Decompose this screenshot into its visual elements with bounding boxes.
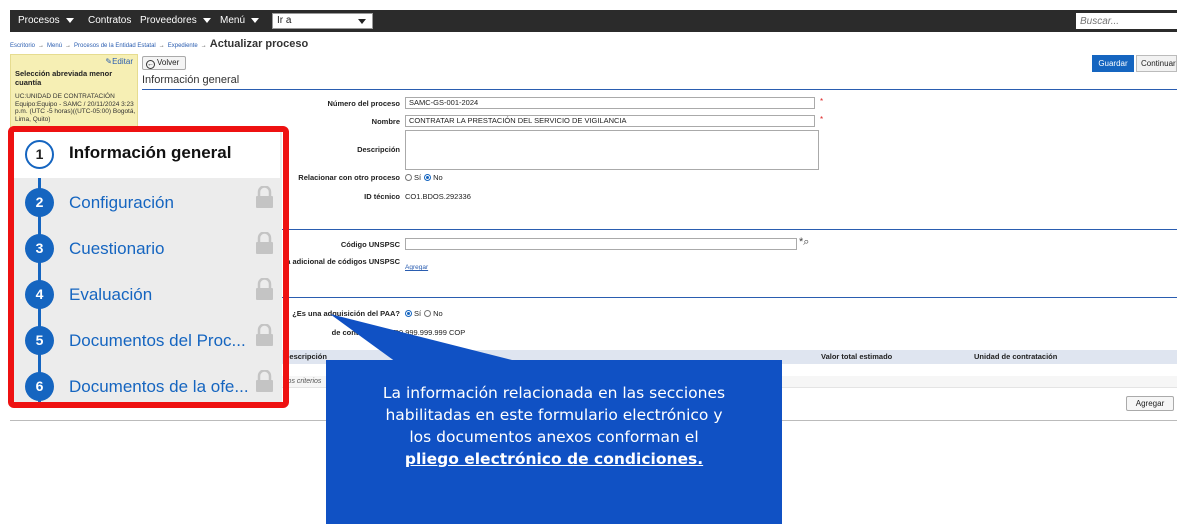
required-mark: * [820, 97, 824, 106]
table-cell: los criterios [286, 378, 322, 385]
process-number-field[interactable]: SAMC-GS-001-2024 [405, 97, 815, 109]
unspsc-search-icon[interactable]: *⌕ [799, 236, 809, 249]
related-process-radio-group: Sí No [402, 173, 443, 182]
related-process-label: Relacionar con otro proceso [298, 173, 400, 182]
chevron-down-icon [202, 17, 211, 23]
info-callout: La información relacionada en las seccio… [326, 360, 782, 524]
contracting-value: 999.999.999.999.999 COP [376, 328, 466, 337]
continue-button[interactable]: Continuar [1136, 55, 1177, 72]
arrow-left-icon: ← [146, 60, 155, 69]
column-header: Unidad de contratación [974, 352, 1058, 361]
add-button[interactable]: Agregar [1126, 396, 1174, 411]
description-label: Descripción [357, 145, 400, 154]
radio-no-label: No [433, 173, 443, 182]
radio-si-label: Sí [414, 309, 422, 318]
arrow-right-icon: → [65, 43, 72, 49]
unspsc-input[interactable] [405, 238, 797, 250]
radio-no-label: No [433, 309, 443, 318]
column-header: Descripción [284, 352, 327, 361]
process-number-label: Número del proceso [327, 99, 400, 108]
name-field[interactable]: CONTRATAR LA PRESTACIÓN DEL SERVICIO DE … [405, 115, 815, 127]
chevron-down-icon [358, 19, 366, 24]
callout-emphasis: pliego electrónico de condiciones. [404, 450, 704, 468]
arrow-right-icon: → [200, 43, 207, 49]
nav-label: Procesos [18, 15, 60, 26]
callout-line: los documentos anexos conforman el [409, 428, 699, 446]
edit-link[interactable]: ✎Editar [105, 57, 133, 66]
nav-label: Proveedores [140, 15, 197, 26]
required-mark: * [820, 115, 824, 124]
description-textarea[interactable] [405, 130, 819, 170]
page-title: Actualizar proceso [209, 38, 309, 50]
goto-select[interactable]: Ir a [272, 13, 373, 29]
highlight-box [8, 126, 289, 408]
unspsc-label: Código UNSPSC [340, 240, 400, 249]
nav-menu-menu[interactable]: Menú [220, 10, 260, 32]
paa-label: ¿Es una adquisición del PAA? [292, 309, 400, 318]
arrow-right-icon: → [38, 43, 45, 49]
column-header: Valor total estimado [821, 352, 893, 361]
breadcrumb-link-escritorio[interactable]: Escritorio [10, 43, 35, 49]
breadcrumb-link-procesos[interactable]: Procesos de la Entidad Estatal [74, 43, 156, 49]
radio-si[interactable] [405, 310, 412, 317]
chevron-down-icon [65, 17, 74, 23]
nav-menu-contratos[interactable]: Contratos [88, 10, 131, 32]
top-navbar: Procesos Contratos Proveedores Menú Ir a [10, 10, 1177, 32]
nav-label: Menú [220, 15, 246, 26]
back-label: Volver [157, 58, 180, 67]
arrow-right-icon: → [158, 43, 165, 49]
unspsc-extra-label: a adicional de códigos UNSPSC [286, 257, 400, 266]
radio-si-label: Sí [414, 173, 422, 182]
process-summary-card: ✎Editar Selección abreviada menor cuantí… [10, 54, 138, 130]
process-type: Selección abreviada menor cuantía [15, 69, 113, 87]
divider [142, 229, 1177, 230]
save-button[interactable]: Guardar [1092, 55, 1134, 72]
paa-radio-group: Sí No [402, 309, 443, 318]
callout-line: La información relacionada en las seccio… [382, 384, 726, 402]
nav-menu-procesos[interactable]: Procesos [18, 10, 74, 32]
goto-select-value: Ir a [277, 15, 292, 26]
divider [142, 297, 1177, 298]
breadcrumb-link-expediente[interactable]: Expediente [168, 43, 198, 49]
edit-label: Editar [112, 57, 133, 66]
radio-no[interactable] [424, 174, 432, 181]
back-button[interactable]: ← Volver [142, 56, 187, 70]
process-meta: UC:UNIDAD DE CONTRATACIÓN Equipo:Equipo … [15, 93, 136, 123]
technical-id-value: CO1.BDOS.292336 [405, 192, 471, 201]
add-unspsc-link[interactable]: Agregar [405, 264, 428, 271]
callout-text: La información relacionada en las seccio… [326, 382, 782, 470]
divider [142, 89, 1177, 90]
radio-si[interactable] [405, 174, 412, 181]
technical-id-label: ID técnico [364, 192, 400, 201]
radio-no[interactable] [424, 310, 432, 317]
search-input[interactable] [1076, 13, 1177, 29]
name-label: Nombre [371, 117, 400, 126]
chevron-down-icon [251, 17, 260, 23]
breadcrumb: Escritorio → Menú → Procesos de la Entidad E… [10, 38, 308, 50]
section-heading: Información general [142, 74, 240, 86]
nav-label: Contratos [88, 15, 132, 26]
nav-menu-proveedores[interactable]: Proveedores [140, 10, 211, 32]
callout-line: habilitadas en este formulario electróni… [385, 406, 723, 424]
breadcrumb-link-menu[interactable]: Menú [47, 43, 62, 49]
